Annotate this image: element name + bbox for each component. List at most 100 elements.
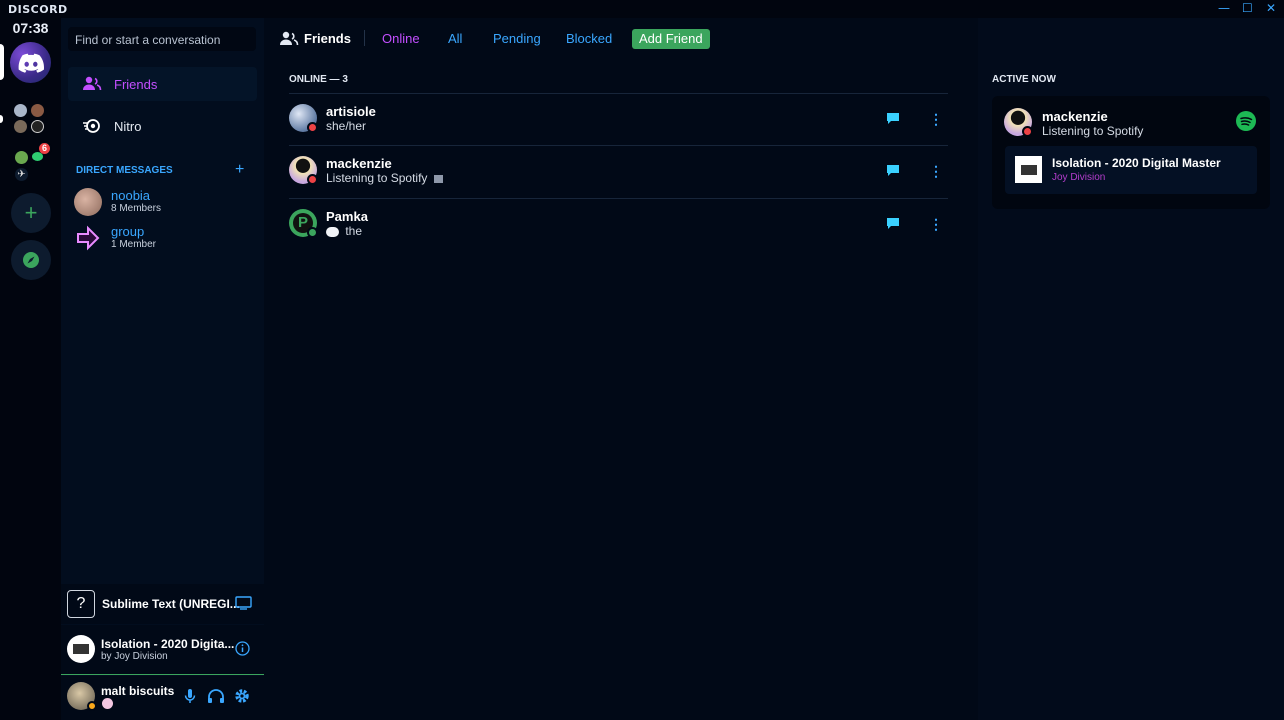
friends-main: Friends Online All Pending Blocked Add F… (264, 18, 1269, 720)
divider (364, 30, 365, 46)
message-icon[interactable] (886, 112, 900, 125)
dm-members: 8 Members (111, 203, 162, 214)
title-bar: DISCORD — ☐ ✕ (0, 0, 1284, 18)
server-icon (15, 151, 28, 164)
create-dm-button[interactable]: + (235, 161, 244, 179)
avatar (74, 188, 102, 216)
friend-name: Pamka (326, 209, 368, 224)
game-name: Sublime Text (UNREGI... (102, 597, 240, 611)
maximize-button[interactable]: ☐ (1242, 1, 1253, 15)
nitro-icon (82, 118, 102, 134)
message-icon[interactable] (886, 217, 900, 230)
home-button[interactable] (10, 42, 51, 83)
message-icon[interactable] (886, 164, 900, 177)
add-friend-button[interactable]: Add Friend (632, 29, 710, 49)
tab-online[interactable]: Online (382, 31, 420, 46)
active-now-card[interactable]: mackenzie Listening to Spotify Isolation… (992, 96, 1270, 209)
screen-share-icon[interactable] (235, 596, 252, 610)
game-activity-row: ? Sublime Text (UNREGI... (67, 590, 240, 618)
page-title: Friends (304, 31, 351, 46)
friend-row-artisiole[interactable]: artisiole she/her ⋮ (289, 93, 948, 145)
server-folder-2[interactable]: ✈ (11, 148, 51, 188)
discord-app: DISCORD — ☐ ✕ 07:38 6 ✈ + Find or start … (0, 0, 1284, 720)
active-user-name: mackenzie (1042, 109, 1108, 124)
cloud-emoji-icon (326, 226, 339, 237)
gear-icon[interactable] (234, 688, 250, 704)
track-card[interactable]: Isolation - 2020 Digital Master Joy Divi… (1005, 146, 1257, 194)
active-user-activity: Listening to Spotify (1042, 124, 1144, 138)
album-art (1015, 156, 1042, 183)
active-now-panel: ACTIVE NOW mackenzie Listening to Spotif… (978, 18, 1284, 720)
discord-logo-icon (18, 53, 44, 73)
home-indicator (0, 44, 4, 80)
more-options-icon[interactable]: ⋮ (929, 111, 943, 128)
dm-name: noobia (111, 188, 151, 203)
friend-status: the (345, 224, 363, 238)
friend-row-mackenzie[interactable]: mackenzie Listening to Spotify ⋮ (289, 145, 948, 197)
server-icon (14, 120, 27, 133)
search-input[interactable]: Find or start a conversation (68, 27, 256, 51)
more-options-icon[interactable]: ⋮ (929, 163, 943, 180)
tab-blocked[interactable]: Blocked (566, 31, 612, 46)
rocket-icon: ✈ (15, 168, 28, 181)
sidebar-item-label: Friends (114, 76, 158, 92)
online-status-icon (307, 227, 318, 238)
info-icon[interactable] (235, 641, 250, 656)
headphones-icon[interactable] (207, 688, 225, 704)
server-icon (14, 104, 27, 117)
idle-status-icon (87, 701, 97, 711)
plus-icon: + (24, 200, 38, 225)
server-rail: 07:38 6 ✈ + (0, 18, 61, 720)
unknown-game-icon: ? (67, 590, 95, 618)
sidebar-item-label: Nitro (114, 118, 142, 134)
dnd-status-icon (307, 122, 318, 133)
app-brand: DISCORD (8, 3, 68, 16)
game-activity-panel: ? Sublime Text (UNREGI... (61, 584, 264, 624)
dm-name: group (111, 224, 145, 239)
online-section-title: ONLINE — 3 (289, 74, 348, 85)
explore-servers-button[interactable] (11, 240, 51, 280)
close-button[interactable]: ✕ (1266, 1, 1276, 15)
server-folder-1[interactable] (11, 102, 51, 142)
dm-item-group[interactable]: group 1 Member (74, 224, 156, 252)
track-title: Isolation - 2020 Digita... (101, 636, 235, 651)
user-panel: malt biscuits (61, 676, 264, 720)
dm-members: 1 Member (111, 239, 157, 250)
arrow-avatar-icon (74, 224, 102, 252)
microphone-icon[interactable] (184, 688, 196, 704)
spotify-icon (1236, 111, 1256, 131)
dnd-status-icon (1022, 126, 1033, 137)
username: malt biscuits (101, 684, 175, 698)
track-title: Isolation - 2020 Digital Master (1052, 156, 1221, 170)
unread-indicator (0, 115, 3, 123)
friend-name: mackenzie (326, 156, 392, 171)
sidebar-item-nitro[interactable]: Nitro (68, 109, 257, 143)
album-art-image (73, 644, 89, 654)
sidebar-item-friends[interactable]: Friends (68, 67, 257, 101)
server-icon (32, 152, 43, 161)
clock: 07:38 (12, 20, 49, 36)
more-options-icon[interactable]: ⋮ (929, 216, 943, 233)
server-icon (31, 104, 44, 117)
friend-status-line: the (326, 224, 362, 238)
tab-pending[interactable]: Pending (493, 31, 541, 46)
dnd-status-icon (307, 174, 318, 185)
custom-status-icon (102, 698, 113, 709)
track-artist: Joy Division (1052, 172, 1106, 183)
compass-icon (23, 252, 39, 268)
minimize-button[interactable]: — (1218, 1, 1230, 15)
track-artist: by Joy Division (101, 650, 168, 662)
now-playing-panel: Isolation - 2020 Digita... by Joy Divisi… (61, 625, 264, 675)
dm-item-noobia[interactable]: noobia 8 Members (74, 188, 161, 216)
friend-status: Listening to Spotify (326, 171, 428, 185)
tab-all[interactable]: All (448, 31, 462, 46)
friends-icon (280, 31, 299, 46)
friend-row-pamka[interactable]: P Pamka the ⋮ (289, 198, 948, 250)
rich-presence-icon (433, 174, 443, 183)
friend-status: she/her (326, 119, 367, 133)
active-now-title: ACTIVE NOW (992, 74, 1056, 85)
friends-icon (82, 76, 102, 92)
album-art (67, 635, 95, 663)
add-server-button[interactable]: + (11, 193, 51, 233)
server-icon (31, 120, 44, 133)
